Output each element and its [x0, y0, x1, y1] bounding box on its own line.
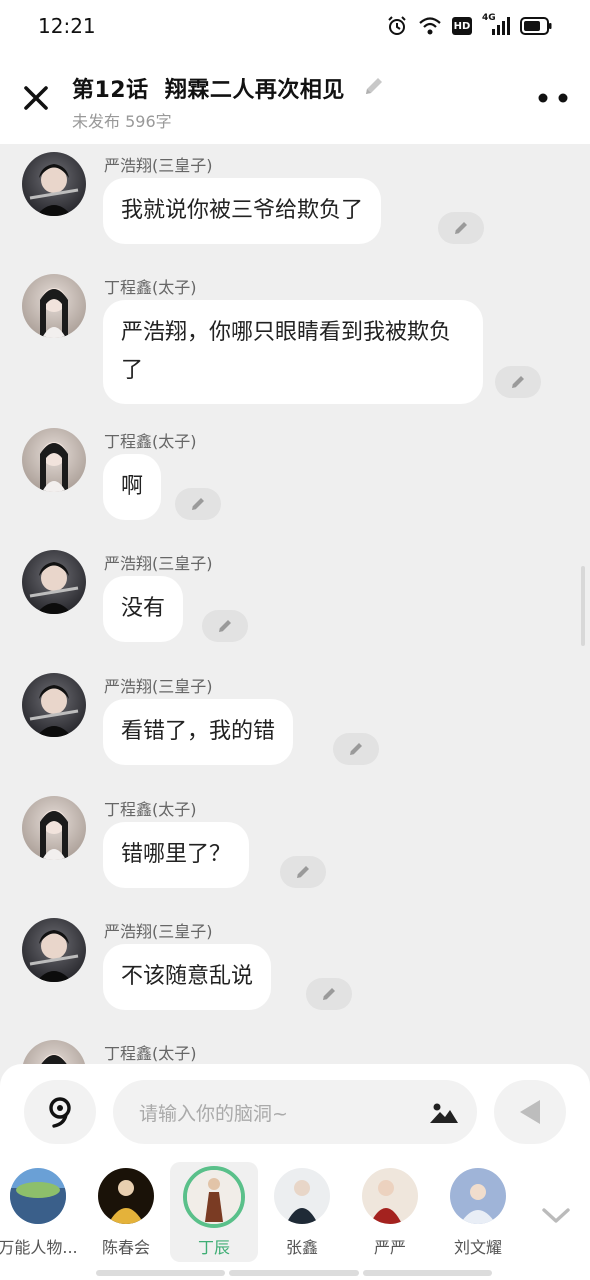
speaker-name: 严浩翔(三皇子) [104, 156, 213, 175]
episode-subtitle: 未发布 596字 [72, 112, 172, 131]
wifi-icon [419, 17, 441, 35]
pencil-icon [350, 743, 362, 755]
character-selector: 万能人物... 陈春会 丁辰 张鑫 严严 刘文耀 [0, 1160, 590, 1270]
message-bubble[interactable]: 错哪里了？ [103, 822, 250, 888]
speaker-name: 丁程鑫(太子) [104, 1044, 197, 1063]
character-name: 陈春会 [101, 1238, 150, 1257]
edit-message-button[interactable] [175, 488, 221, 520]
episode-header: 第12话 翔霖二人再次相见 未发布 596字 [0, 52, 590, 144]
speaker-name: 严浩翔(三皇子) [104, 677, 213, 696]
message-bubble[interactable]: 看错了，我的错 [103, 699, 294, 765]
avatar-ding-chengxin[interactable] [22, 796, 86, 860]
character-item[interactable]: 万能人物... [0, 1162, 82, 1262]
voice-button[interactable] [24, 1080, 96, 1144]
hd-label: HD [453, 20, 471, 32]
character-avatar [274, 1168, 330, 1224]
character-item[interactable]: 严严 [346, 1162, 434, 1262]
message-bubble[interactable]: 不该随意乱说 [103, 944, 272, 1010]
edit-message-button[interactable] [202, 610, 248, 642]
pencil-icon [219, 620, 231, 632]
status-time: 12:21 [38, 14, 96, 38]
avatar-yan-haoxiang[interactable] [22, 918, 86, 982]
edit-message-button[interactable] [306, 978, 352, 1010]
pencil-icon [297, 866, 309, 878]
speaker-name: 丁程鑫(太子) [104, 278, 197, 297]
alarm-icon [388, 16, 406, 35]
pencil-icon [323, 988, 335, 1000]
character-avatar [450, 1168, 506, 1224]
speaker-name: 丁程鑫(太子) [104, 432, 197, 451]
pencil-icon [512, 376, 524, 388]
send-icon [520, 1100, 540, 1124]
character-item[interactable]: 陈春会 [82, 1162, 170, 1262]
speaker-name: 丁程鑫(太子) [104, 800, 197, 819]
character-avatar [183, 1166, 245, 1228]
status-icons: HD 4G [386, 13, 552, 37]
chat-area[interactable]: 严浩翔(三皇子) 我就说你被三爷给欺负了 丁程鑫(太子) 严浩翔，你哪只眼睛看到… [0, 144, 590, 1064]
character-item[interactable]: 张鑫 [258, 1162, 346, 1262]
send-button[interactable] [494, 1080, 566, 1144]
hd-icon: HD [452, 17, 472, 35]
scrollbar[interactable] [581, 566, 585, 646]
battery-icon [520, 17, 552, 35]
avatar-ding-chengxin[interactable] [22, 428, 86, 492]
edit-message-button[interactable] [333, 733, 379, 765]
image-icon[interactable] [429, 1100, 459, 1124]
composer-panel: 请输入你的脑洞~ 万能人物... 陈春会 丁辰 张鑫 严严 刘文耀 [0, 1064, 590, 1280]
avatar-ding-chengxin[interactable] [22, 1040, 86, 1064]
avatar-yan-haoxiang[interactable] [22, 673, 86, 737]
status-bar: 12:21 HD 4G [0, 0, 590, 52]
pencil-icon [192, 498, 204, 510]
input-placeholder: 请输入你的脑洞~ [139, 1103, 288, 1125]
more-icon[interactable] [536, 88, 570, 108]
message-bubble[interactable]: 我就说你被三爷给欺负了 [103, 178, 382, 244]
character-item[interactable]: 刘文耀 [434, 1162, 522, 1262]
character-avatar [98, 1168, 154, 1224]
character-name: 万能人物... [0, 1238, 78, 1257]
character-avatar [10, 1168, 66, 1224]
avatar-yan-haoxiang[interactable] [22, 152, 86, 216]
avatar-yan-haoxiang[interactable] [22, 550, 86, 614]
message-bubble[interactable]: 没有 [103, 576, 184, 642]
close-icon[interactable] [20, 82, 52, 114]
episode-title[interactable]: 第12话 翔霖二人再次相见 [72, 72, 345, 104]
chevron-down-icon[interactable] [540, 1206, 572, 1226]
edit-message-button[interactable] [438, 212, 484, 244]
character-item-selected[interactable]: 丁辰 [170, 1162, 258, 1262]
character-name: 严严 [373, 1238, 406, 1257]
4g-signal-icon: 4G [482, 13, 510, 36]
speaker-name: 严浩翔(三皇子) [104, 554, 213, 573]
avatar-ding-chengxin[interactable] [22, 274, 86, 338]
voice-icon [49, 1097, 71, 1128]
character-avatar [362, 1168, 418, 1224]
message-bubble[interactable]: 啊 [103, 454, 162, 520]
pencil-icon [455, 222, 467, 234]
character-name: 刘文耀 [453, 1238, 502, 1257]
home-indicator [96, 1270, 492, 1276]
character-name: 张鑫 [285, 1238, 318, 1257]
speaker-name: 严浩翔(三皇子) [104, 922, 213, 941]
edit-message-button[interactable] [280, 856, 326, 888]
character-name: 丁辰 [197, 1238, 230, 1257]
pencil-icon[interactable] [362, 74, 386, 98]
message-bubble[interactable]: 严浩翔，你哪只眼睛看到我被欺负了 [103, 300, 483, 404]
edit-message-button[interactable] [495, 366, 541, 398]
story-input[interactable]: 请输入你的脑洞~ [113, 1080, 477, 1144]
